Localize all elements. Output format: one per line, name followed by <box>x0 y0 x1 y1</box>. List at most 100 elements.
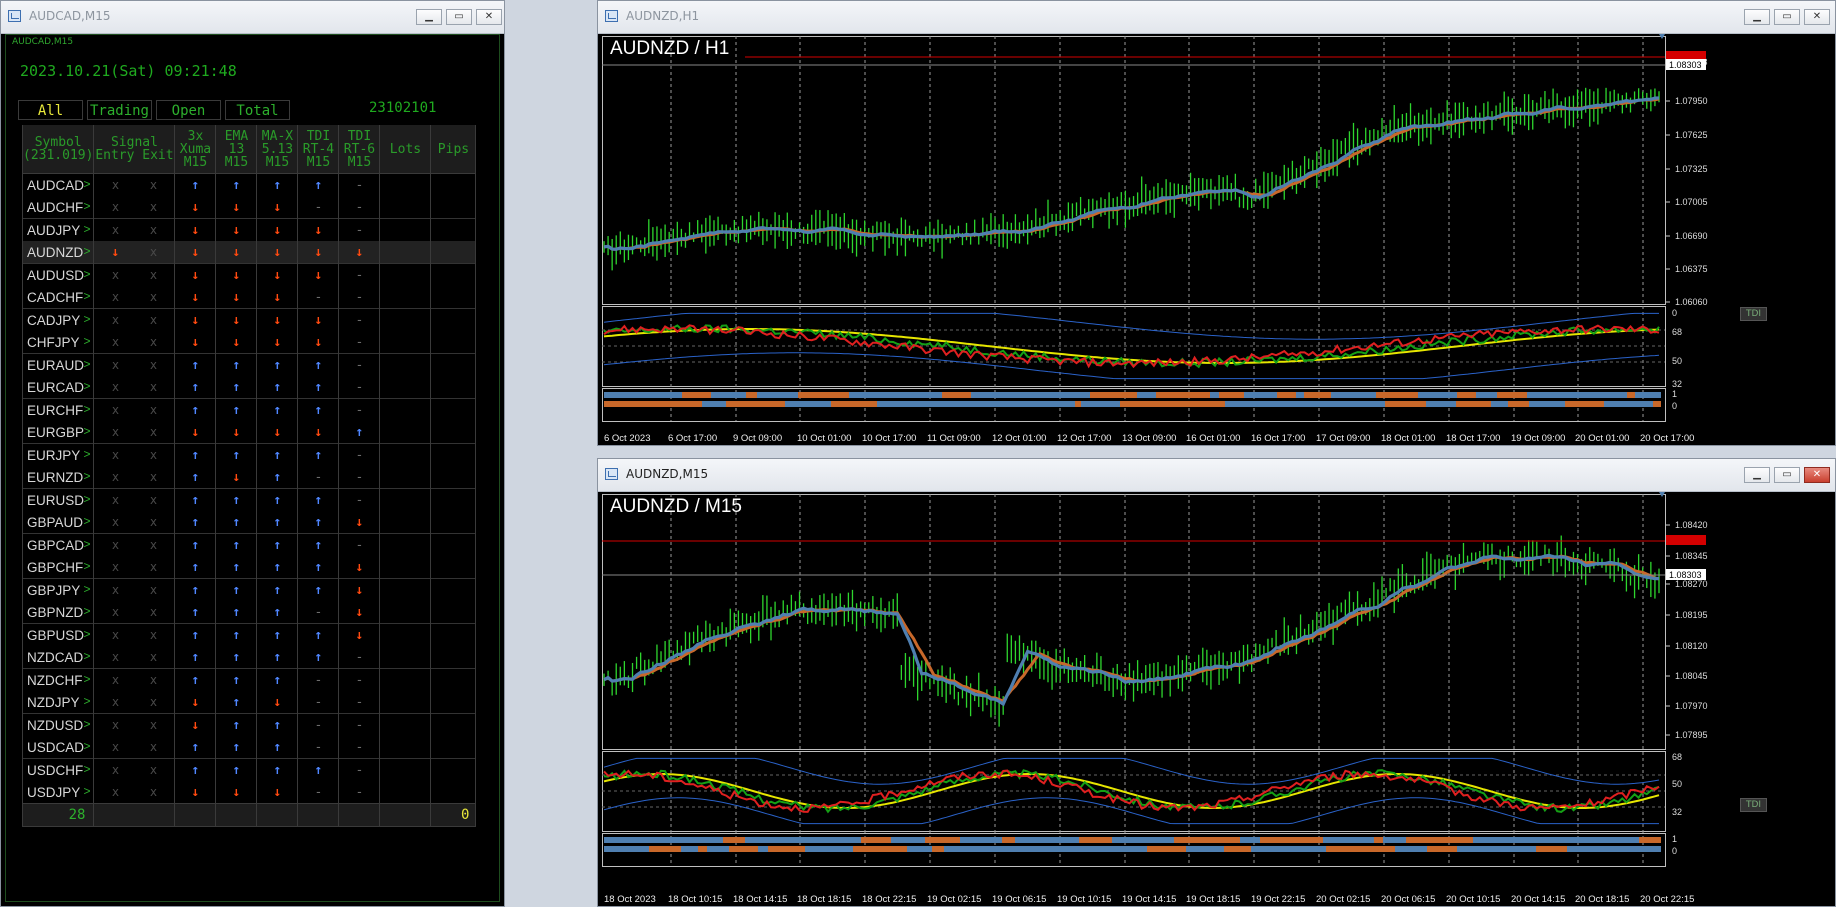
table-row[interactable]: NZDCHF > x x ↑ ↑ ↑ - - <box>21 668 477 691</box>
symbol-cell[interactable]: EURCAD > <box>21 376 95 399</box>
symbol-cell[interactable]: USDCHF > <box>21 758 95 781</box>
chart-h1-area[interactable]: 1.08303 1.07950 1.07625 1.07325 1.07005 1.066… <box>602 34 1831 441</box>
chevron-right-icon[interactable]: > <box>83 649 90 663</box>
table-row[interactable]: CHFJPY > x x ↓ ↓ ↓ ↓ - <box>21 331 477 354</box>
tdi-label[interactable]: TDI <box>1740 307 1768 321</box>
symbol-cell[interactable]: NZDJPY > <box>21 691 95 714</box>
symbol-cell[interactable]: EURCHF > <box>21 398 95 421</box>
chevron-right-icon[interactable]: > <box>83 739 90 753</box>
table-row[interactable]: EURUSD > x x ↑ ↑ ↑ ↑ - <box>21 488 477 511</box>
symbol-cell[interactable]: GBPAUD > <box>21 511 95 534</box>
table-row[interactable]: GBPNZD > x x ↑ ↑ ↑ - ↓ <box>21 601 477 624</box>
table-row[interactable]: USDCAD > x x ↑ ↑ ↑ - - <box>21 736 477 759</box>
symbol-cell[interactable]: CHFJPY > <box>21 331 95 354</box>
header-ema[interactable]: EMA 13 M15 <box>215 125 258 174</box>
table-row[interactable]: AUDJPY > x x ↓ ↓ ↓ ↓ - <box>21 218 477 241</box>
symbol-cell[interactable]: GBPCAD > <box>21 533 95 556</box>
chevron-right-icon[interactable]: > <box>83 559 90 573</box>
table-row[interactable]: NZDCAD > x x ↑ ↑ ↑ ↑ - <box>21 646 477 669</box>
symbol-cell[interactable]: GBPUSD > <box>21 623 95 646</box>
table-row[interactable]: EURJPY > x x ↑ ↑ ↑ ↑ - <box>21 443 477 466</box>
symbol-cell[interactable]: CADCHF > <box>21 286 95 309</box>
chevron-right-icon[interactable]: > <box>83 469 90 483</box>
chevron-right-icon[interactable]: > <box>83 199 90 213</box>
chevron-right-icon[interactable]: > <box>83 267 90 281</box>
symbol-cell[interactable]: NZDUSD > <box>21 713 95 736</box>
chart-m15-titlebar[interactable]: AUDNZD,M15 ▁ ▭ ✕ <box>598 459 1835 492</box>
maximize-button[interactable]: ▭ <box>1774 9 1800 25</box>
table-row[interactable]: EURAUD > x x ↑ ↑ ↑ ↑ - <box>21 353 477 376</box>
table-row[interactable]: USDJPY > x x ↓ ↓ ↓ - - <box>21 781 477 804</box>
table-row[interactable]: GBPCHF > x x ↑ ↑ ↑ ↑ ↓ <box>21 556 477 579</box>
chevron-right-icon[interactable]: > <box>83 784 90 798</box>
table-row[interactable]: EURCAD > x x ↑ ↑ ↑ ↑ - <box>21 376 477 399</box>
table-row[interactable]: NZDUSD > x x ↓ ↑ ↑ - - <box>21 713 477 736</box>
maximize-button[interactable]: ▭ <box>1774 467 1800 483</box>
header-symbol[interactable]: Symbol (231.019) <box>21 125 95 174</box>
filter-open-button[interactable]: Open <box>156 100 221 120</box>
header-xuma[interactable]: 3x Xuma M15 <box>174 125 217 174</box>
header-pips[interactable]: Pips <box>430 125 477 174</box>
symbol-cell[interactable]: NZDCHF > <box>21 668 95 691</box>
symbol-cell[interactable]: AUDJPY > <box>21 218 95 241</box>
symbol-cell[interactable]: AUDCHF > <box>21 196 95 219</box>
header-tdi4[interactable]: TDI RT-4 M15 <box>297 125 340 174</box>
chevron-right-icon[interactable]: > <box>83 312 90 326</box>
chart-m15-canvas[interactable]: 1.08420 1.08345 1.08270 1.08195 1.08120 1.080… <box>602 492 1831 902</box>
table-row[interactable]: CADJPY > x x ↓ ↓ ↓ ↓ - <box>21 308 477 331</box>
chevron-right-icon[interactable]: > <box>83 694 90 708</box>
table-row[interactable]: GBPAUD > x x ↑ ↑ ↑ ↑ ↓ <box>21 511 477 534</box>
chevron-right-icon[interactable]: > <box>83 424 90 438</box>
chart-m15-area[interactable]: 1.08420 1.08345 1.08270 1.08195 1.08120 1.080… <box>602 492 1831 902</box>
symbol-cell[interactable]: GBPNZD > <box>21 601 95 624</box>
symbol-cell[interactable]: GBPJPY > <box>21 578 95 601</box>
chevron-right-icon[interactable]: > <box>83 177 90 191</box>
table-row[interactable]: GBPUSD > x x ↑ ↑ ↑ ↑ ↓ <box>21 623 477 646</box>
close-button[interactable]: ✕ <box>476 9 502 25</box>
filter-trading-button[interactable]: Trading <box>87 100 152 120</box>
symbol-cell[interactable]: AUDUSD > <box>21 263 95 286</box>
symbol-cell[interactable]: EURUSD > <box>21 488 95 511</box>
table-row[interactable]: USDCHF > x x ↑ ↑ ↑ ↑ - <box>21 758 477 781</box>
close-button[interactable]: ✕ <box>1804 467 1830 483</box>
chart-h1-canvas[interactable]: 1.08303 1.07950 1.07625 1.07325 1.07005 1.066… <box>602 34 1831 441</box>
chevron-right-icon[interactable]: > <box>83 447 90 461</box>
chevron-right-icon[interactable]: > <box>83 672 90 686</box>
symbol-cell[interactable]: AUDCAD > <box>21 173 95 196</box>
table-row[interactable]: AUDCHF > x x ↓ ↓ ↓ - - <box>21 196 477 219</box>
chevron-right-icon[interactable]: > <box>83 222 90 236</box>
chart-h1-titlebar[interactable]: AUDNZD,H1 ▁ ▭ ✕ <box>598 1 1835 34</box>
dashboard-titlebar[interactable]: AUDCAD,M15 ▁ ▭ ✕ <box>1 1 504 34</box>
chevron-right-icon[interactable]: > <box>83 604 90 618</box>
symbol-cell[interactable]: EURJPY > <box>21 443 95 466</box>
filter-all-button[interactable]: All <box>18 100 83 120</box>
chevron-right-icon[interactable]: > <box>83 514 90 528</box>
filter-total-button[interactable]: Total <box>225 100 290 120</box>
symbol-cell[interactable]: USDJPY > <box>21 781 95 804</box>
minimize-button[interactable]: ▁ <box>1744 467 1770 483</box>
header-tdi6[interactable]: TDI RT-6 M15 <box>338 125 381 174</box>
table-row[interactable]: EURGBP > x x ↓ ↓ ↓ ↓ ↑ <box>21 421 477 444</box>
table-row[interactable]: GBPCAD > x x ↑ ↑ ↑ ↑ - <box>21 533 477 556</box>
chevron-right-icon[interactable]: > <box>83 537 90 551</box>
chevron-right-icon[interactable]: > <box>83 402 90 416</box>
chevron-right-icon[interactable]: > <box>83 289 90 303</box>
table-row[interactable]: AUDNZD > ↓ x ↓ ↓ ↓ ↓ ↓ <box>21 241 477 264</box>
chevron-right-icon[interactable]: > <box>83 582 90 596</box>
symbol-cell[interactable]: EURAUD > <box>21 353 95 376</box>
close-button[interactable]: ✕ <box>1804 9 1830 25</box>
minimize-button[interactable]: ▁ <box>1744 9 1770 25</box>
chevron-right-icon[interactable]: > <box>83 334 90 348</box>
symbol-cell[interactable]: EURGBP > <box>21 421 95 444</box>
maximize-button[interactable]: ▭ <box>446 9 472 25</box>
symbol-cell[interactable]: USDCAD > <box>21 736 95 759</box>
symbol-cell[interactable]: NZDCAD > <box>21 646 95 669</box>
header-signal[interactable]: Signal Entry Exit <box>93 125 176 174</box>
table-row[interactable]: AUDCAD > x x ↑ ↑ ↑ ↑ - <box>21 173 477 196</box>
minimize-button[interactable]: ▁ <box>416 9 442 25</box>
chevron-right-icon[interactable]: > <box>83 627 90 641</box>
table-row[interactable]: EURNZD > x x ↑ ↓ ↑ - - <box>21 466 477 489</box>
header-max[interactable]: MA-X 5.13 M15 <box>256 125 299 174</box>
symbol-cell[interactable]: EURNZD > <box>21 466 95 489</box>
symbol-cell[interactable]: AUDNZD > <box>21 241 95 264</box>
